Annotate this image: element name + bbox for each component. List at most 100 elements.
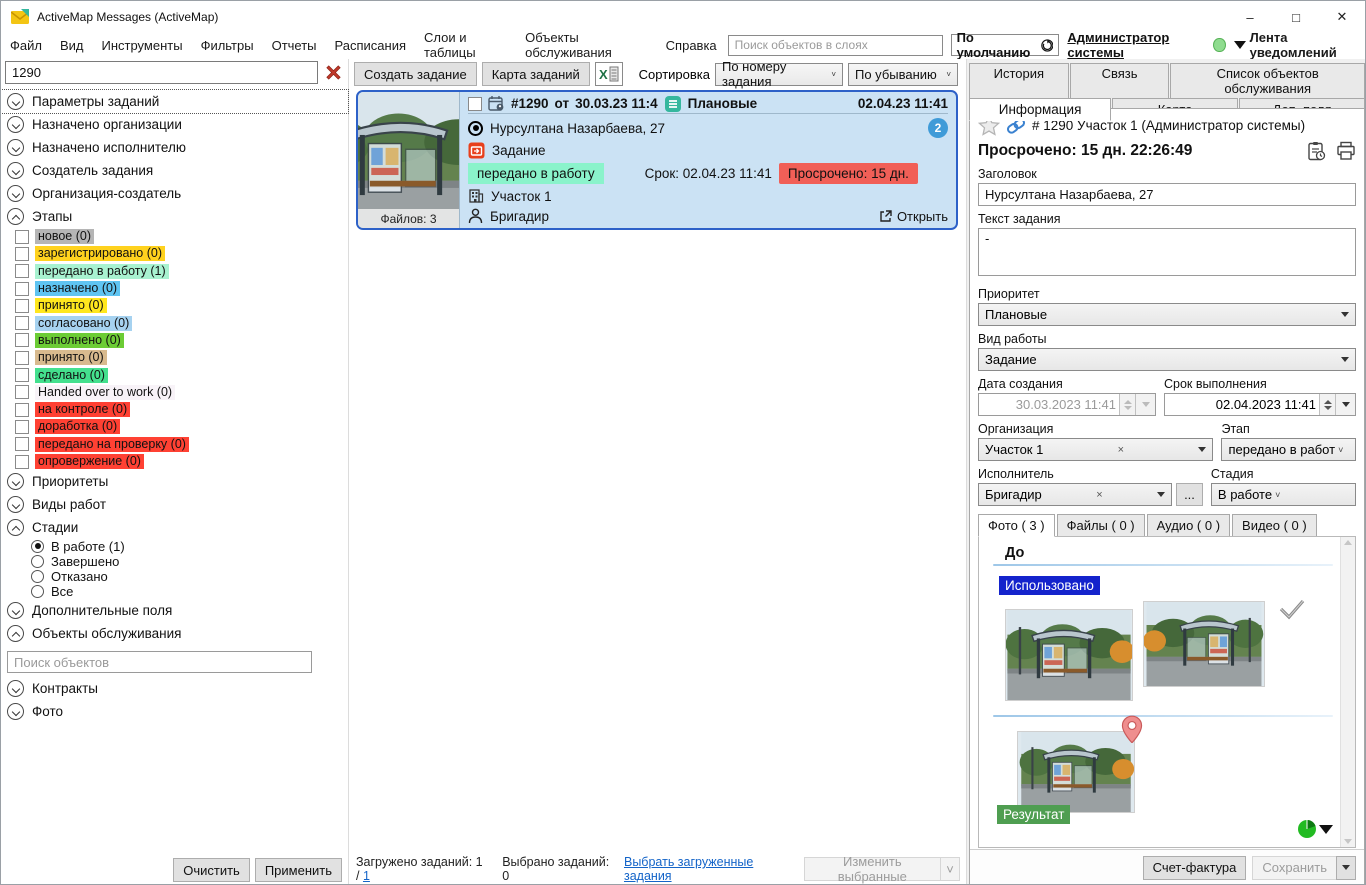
menu-filters[interactable]: Фильтры	[192, 35, 263, 56]
task-thumbnail[interactable]: Файлов: 3	[358, 92, 460, 228]
chevron-down-icon[interactable]	[1319, 825, 1333, 834]
clear-filters-button[interactable]: Очистить	[173, 858, 250, 882]
checkbox[interactable]	[15, 420, 29, 434]
stadia-radio-inwork[interactable]: В работе (1)	[1, 539, 348, 554]
invoice-button[interactable]: Счет-фактура	[1143, 856, 1247, 880]
executor-more-button[interactable]: ...	[1176, 483, 1203, 506]
menu-layers[interactable]: Слои и таблицы	[415, 27, 516, 63]
radio[interactable]	[31, 555, 44, 568]
current-user-link[interactable]: Администратор системы	[1067, 30, 1205, 60]
section-task-creator[interactable]: Создатель задания	[1, 159, 348, 182]
header-field-input[interactable]	[978, 183, 1356, 206]
objects-search-input[interactable]	[7, 651, 312, 673]
stadia-radio-all[interactable]: Все	[1, 584, 348, 599]
chevron-down-icon[interactable]	[7, 602, 24, 619]
checkbox[interactable]	[15, 368, 29, 382]
clipboard-clock-icon[interactable]	[1307, 141, 1326, 161]
checkbox[interactable]	[15, 403, 29, 417]
notifications-toggle[interactable]: Лента уведомлений	[1250, 30, 1359, 60]
stage-checkbox-row[interactable]: Handed over to work (0)	[1, 384, 348, 401]
tab-information[interactable]: Информация	[969, 98, 1111, 121]
section-assigned-org[interactable]: Назначено организации	[1, 113, 348, 136]
radio[interactable]	[31, 585, 44, 598]
chevron-up-icon[interactable]	[7, 625, 24, 642]
section-contracts[interactable]: Контракты	[1, 677, 348, 700]
stage-checkbox-row[interactable]: согласовано (0)	[1, 314, 348, 331]
select-loaded-link[interactable]: Выбрать загруженные задания	[624, 855, 790, 883]
chevron-down-icon[interactable]	[7, 162, 24, 179]
text-field-textarea[interactable]: -	[978, 228, 1356, 276]
stage-checkbox-row[interactable]: принято (0)	[1, 349, 348, 366]
menu-file[interactable]: Файл	[1, 35, 51, 56]
loaded-count-link[interactable]: 1	[363, 869, 370, 883]
apply-filters-button[interactable]: Применить	[255, 858, 342, 882]
chevron-down-icon[interactable]	[7, 139, 24, 156]
stadia-radio-rejected[interactable]: Отказано	[1, 569, 348, 584]
stage-checkbox-row[interactable]: передано в работу (1)	[1, 263, 348, 280]
task-map-button[interactable]: Карта заданий	[482, 62, 590, 86]
default-view-button[interactable]: По умолчанию	[951, 34, 1060, 56]
chevron-down-icon[interactable]	[7, 116, 24, 133]
layer-search-input[interactable]	[728, 35, 943, 56]
stage-checkbox-row[interactable]: зарегистрировано (0)	[1, 245, 348, 262]
checkbox[interactable]	[15, 316, 29, 330]
checkbox[interactable]	[15, 333, 29, 347]
section-priorities[interactable]: Приоритеты	[1, 470, 348, 493]
stage-checkbox-row[interactable]: на контроле (0)	[1, 401, 348, 418]
checkbox[interactable]	[15, 247, 29, 261]
task-card[interactable]: Файлов: 3 #1290 от 30.03.23 11:4	[356, 90, 958, 230]
chevron-down-icon[interactable]	[1234, 41, 1246, 49]
checkbox[interactable]	[15, 282, 29, 296]
menu-help[interactable]: Справка	[657, 35, 726, 56]
tab-audio[interactable]: Аудио ( 0 )	[1147, 514, 1230, 536]
tab-video[interactable]: Видео ( 0 )	[1232, 514, 1317, 536]
checkbox[interactable]	[15, 437, 29, 451]
photo-thumbnail-result[interactable]	[1017, 731, 1135, 813]
tab-photo[interactable]: Фото ( 3 )	[978, 514, 1055, 537]
checkbox[interactable]	[15, 455, 29, 469]
section-stages[interactable]: Этапы	[1, 205, 348, 228]
priority-select[interactable]: Плановые	[978, 303, 1356, 326]
stage-select[interactable]: передано в работ˅	[1221, 438, 1356, 461]
checkbox[interactable]	[15, 351, 29, 365]
tab-history[interactable]: История	[969, 63, 1069, 98]
save-dropdown[interactable]	[1336, 856, 1356, 880]
task-checkbox[interactable]	[468, 97, 482, 111]
menu-tools[interactable]: Инструменты	[93, 35, 192, 56]
chevron-up-icon[interactable]	[7, 208, 24, 225]
tab-service-objects-list[interactable]: Список объектов обслуживания	[1170, 63, 1365, 98]
stadia-select[interactable]: В работе˅	[1211, 483, 1356, 506]
stadia-radio-finished[interactable]: Завершено	[1, 554, 348, 569]
minimize-button[interactable]: –	[1227, 1, 1273, 33]
tab-files[interactable]: Файлы ( 0 )	[1057, 514, 1145, 536]
clear-value-icon[interactable]: ×	[1092, 489, 1106, 501]
stage-checkbox-row[interactable]: опровержение (0)	[1, 453, 348, 470]
stage-checkbox-row[interactable]: передано на проверку (0)	[1, 436, 348, 453]
create-task-button[interactable]: Создать задание	[354, 62, 477, 86]
radio-selected[interactable]	[31, 540, 44, 553]
tab-links[interactable]: Связь	[1070, 63, 1170, 98]
organization-select[interactable]: Участок 1×	[978, 438, 1213, 461]
chevron-up-icon[interactable]	[7, 519, 24, 536]
section-photo[interactable]: Фото	[1, 700, 348, 723]
sort-order-select[interactable]: По убыванию˅	[848, 63, 958, 86]
chevron-down-icon[interactable]	[7, 185, 24, 202]
stage-checkbox-row[interactable]: доработка (0)	[1, 418, 348, 435]
stage-checkbox-row[interactable]: выполнено (0)	[1, 332, 348, 349]
checkbox[interactable]	[15, 299, 29, 313]
spinner[interactable]	[1319, 394, 1335, 415]
maximize-button[interactable]: □	[1273, 1, 1319, 33]
checkmark-icon[interactable]	[1277, 597, 1307, 621]
chevron-down-icon[interactable]	[7, 93, 24, 110]
section-task-params[interactable]: Параметры заданий	[1, 90, 348, 113]
chevron-down-icon[interactable]	[1335, 394, 1355, 415]
checkbox[interactable]	[15, 230, 29, 244]
open-task-link[interactable]: Открыть	[879, 209, 948, 224]
work-type-select[interactable]: Задание	[978, 348, 1356, 371]
clear-search-icon[interactable]	[322, 62, 344, 84]
sort-field-select[interactable]: По номеру задания˅	[715, 63, 843, 86]
menu-schedules[interactable]: Расписания	[326, 35, 415, 56]
section-creator-org[interactable]: Организация-создатель	[1, 182, 348, 205]
chevron-down-icon[interactable]	[7, 496, 24, 513]
edit-selected-dropdown[interactable]: ˅	[940, 857, 960, 881]
